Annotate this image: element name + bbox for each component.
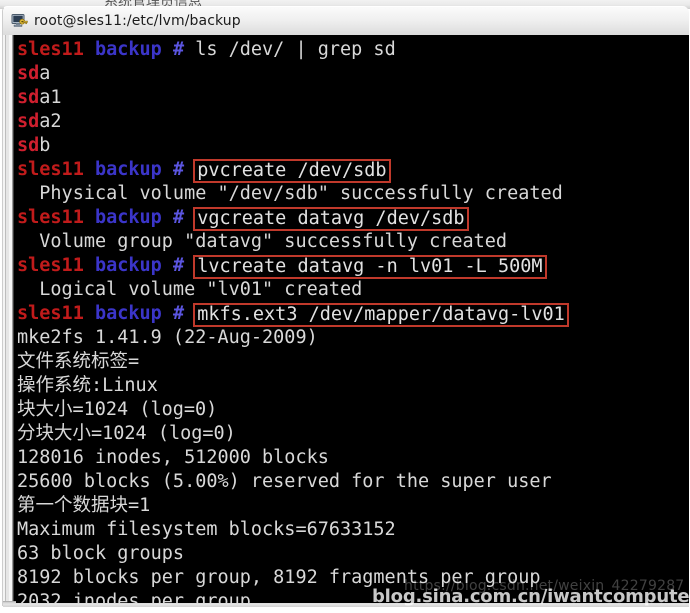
terminal-command: ls /dev/ | grep sd (195, 39, 396, 60)
grep-match: sd (17, 63, 40, 84)
prompt-symbol: # (172, 39, 185, 60)
prompt-cwd: backup (94, 159, 162, 180)
grep-match: sd (17, 135, 40, 156)
grep-match: sd (17, 111, 40, 132)
window-title: root@sles11:/etc/lvm/backup (34, 13, 241, 29)
window-body: sles11 backup # ls /dev/ | grep sd sda sda… (3, 35, 689, 607)
grep-remainder: a (39, 63, 51, 84)
terminal-output: sles11 backup # ls /dev/ | grep sd sda sda… (17, 38, 689, 603)
grep-result-line: sda2 (17, 110, 689, 134)
terminal-output-line: 128016 inodes, 512000 blocks (17, 447, 329, 468)
prompt-symbol: # (172, 303, 185, 324)
terminal-output-line: 8192 blocks per group, 8192 fragments pe… (17, 567, 541, 588)
terminal-output-line: 操作系统:Linux (17, 375, 158, 396)
grep-remainder: b (39, 135, 51, 156)
prompt-hostname: sles11 (17, 303, 84, 324)
terminal-output-line: 25600 blocks (5.00%) reserved for the su… (17, 471, 552, 492)
screenshot-root: 系统管理员信息 root@sles11:/etc/lvm/backup sles… (0, 0, 690, 613)
prompt-symbol: # (172, 255, 185, 276)
terminal-output-line: Maximum filesystem blocks=67633152 (17, 519, 396, 540)
grep-remainder: a1 (39, 87, 62, 108)
terminal-output-line: 文件系统标签= (17, 351, 140, 372)
putty-terminal-icon (10, 12, 28, 30)
terminal-command-line: sles11 backup # pvcreate /dev/sdb (17, 158, 689, 183)
prompt-cwd: backup (94, 255, 162, 276)
prompt-symbol: # (172, 159, 185, 180)
prompt-cwd: backup (94, 207, 162, 228)
prompt-cwd: backup (94, 303, 162, 324)
terminal-command-line: sles11 backup # ls /dev/ | grep sd (17, 38, 689, 62)
highlighted-command: vgcreate datavg /dev/sdb (193, 207, 469, 231)
terminal-command-line: sles11 backup # vgcreate datavg /dev/sdb (17, 206, 689, 231)
terminal-console[interactable]: sles11 backup # ls /dev/ | grep sd sda sda… (16, 35, 689, 603)
terminal-output-line: 块大小=1024 (log=0) (17, 399, 218, 420)
terminal-output-line: Logical volume "lv01" created (17, 279, 363, 300)
grep-result-line: sda (17, 62, 689, 86)
highlighted-command: mkfs.ext3 /dev/mapper/datavg-lv01 (193, 303, 569, 327)
terminal-output-line: 63 block groups (17, 543, 185, 564)
window-titlebar[interactable]: root@sles11:/etc/lvm/backup (3, 7, 689, 35)
grep-result-line: sda1 (17, 86, 689, 110)
terminal-output-line: 分块大小=1024 (log=0) (17, 423, 236, 444)
grep-match: sd (17, 87, 40, 108)
terminal-output-line: 2032 inodes per group (17, 591, 251, 603)
grep-remainder: a2 (39, 111, 62, 132)
prompt-symbol: # (172, 207, 185, 228)
highlighted-command: lvcreate datavg -n lv01 -L 500M (193, 255, 547, 279)
terminal-command-line: sles11 backup # lvcreate datavg -n lv01 … (17, 254, 689, 279)
grep-result-line: sdb (17, 134, 689, 158)
terminal-output-line: Physical volume "/dev/sdb" successfully … (17, 183, 563, 204)
terminal-command-line: sles11 backup # mkfs.ext3 /dev/mapper/da… (17, 302, 689, 327)
terminal-output-line: Volume group "datavg" successfully creat… (17, 231, 508, 252)
terminal-window: root@sles11:/etc/lvm/backup sles11 backu… (2, 6, 689, 607)
terminal-output-line: 第一个数据块=1 (17, 495, 151, 516)
prompt-hostname: sles11 (17, 159, 84, 180)
terminal-output-line: mke2fs 1.41.9 (22-Aug-2009) (17, 327, 318, 348)
prompt-hostname: sles11 (17, 39, 84, 60)
highlighted-command: pvcreate /dev/sdb (193, 159, 391, 183)
prompt-cwd: backup (94, 39, 162, 60)
prompt-hostname: sles11 (17, 207, 84, 228)
prompt-hostname: sles11 (17, 255, 84, 276)
window-frame-left (3, 35, 16, 607)
